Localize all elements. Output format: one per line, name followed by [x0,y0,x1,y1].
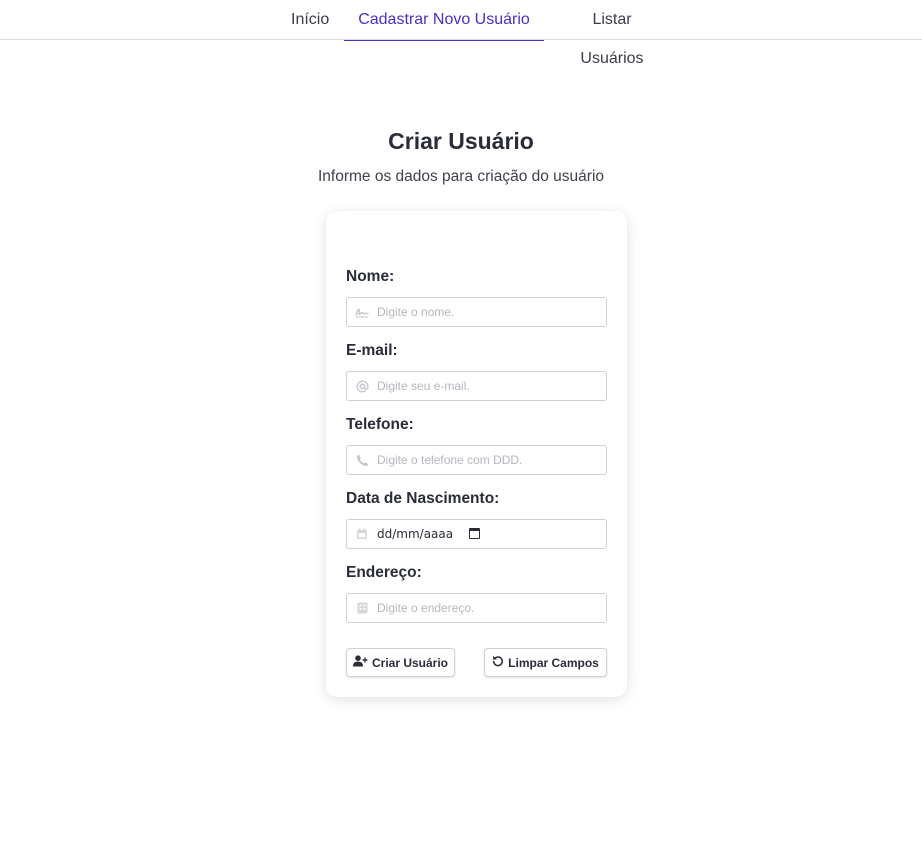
email-field[interactable] [346,371,607,401]
email-label: E-mail: [346,342,398,359]
create-user-form: Nome: E-mail: Telefone: Data de Nascimen… [326,211,627,697]
address-input[interactable] [377,594,602,622]
phone-icon [355,453,369,467]
building-icon [355,601,369,615]
page-subtitle: Informe os dados para criação do usuário [317,168,605,185]
email-input[interactable] [377,372,602,400]
clear-fields-button[interactable]: Limpar Campos [484,648,607,677]
create-user-button[interactable]: Criar Usuário [346,648,455,677]
birthdate-field[interactable]: dd/mm/aaaa [346,519,607,549]
name-label: Nome: [346,268,395,285]
phone-label: Telefone: [346,416,414,433]
birthdate-value: dd/mm/aaaa [377,527,454,541]
tab-create-user[interactable]: Cadastrar Novo Usuário [344,0,544,41]
date-picker-icon[interactable] [469,528,480,539]
create-user-label: Criar Usuário [371,655,449,670]
tab-list-users[interactable]: Listar Usuários [560,0,664,67]
signature-icon [355,305,369,319]
page-title: Criar Usuário [388,128,534,154]
rotate-left-icon [492,655,504,670]
address-field[interactable] [346,593,607,623]
clear-fields-label: Limpar Campos [508,655,599,670]
name-input[interactable] [377,298,602,326]
address-label: Endereço: [346,564,422,581]
name-field[interactable] [346,297,607,327]
user-plus-icon [352,655,368,670]
calendar-icon [355,527,369,541]
top-nav: Início Cadastrar Novo Usuário Listar Usu… [0,0,922,67]
phone-input[interactable] [377,446,602,474]
phone-field[interactable] [346,445,607,475]
at-icon [355,379,369,393]
tab-home[interactable]: Início [291,0,329,40]
birthdate-label: Data de Nascimento: [346,490,500,507]
